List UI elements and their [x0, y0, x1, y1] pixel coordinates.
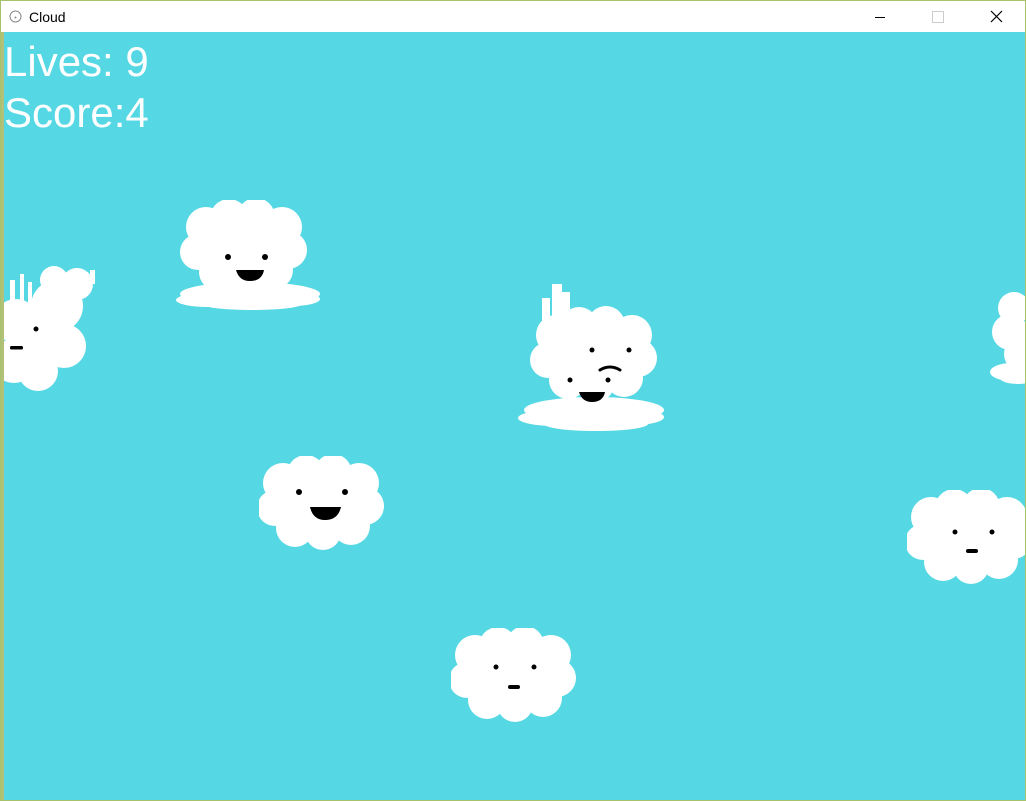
cloud-center-melting[interactable]	[514, 280, 674, 440]
game-window: Cloud Lives: 9 Score:4	[0, 0, 1026, 801]
score-counter: Score:4	[4, 89, 149, 136]
cloud-partial-right[interactable]	[988, 284, 1025, 388]
cloud-partial-left[interactable]	[4, 266, 102, 396]
app-icon	[8, 10, 22, 24]
maximize-button[interactable]	[909, 1, 967, 32]
lives-counter: Lives: 9	[4, 38, 149, 85]
minimize-button[interactable]	[851, 1, 909, 32]
close-button[interactable]	[967, 1, 1025, 32]
cloud-smiling-melting[interactable]	[172, 200, 332, 318]
minimize-icon	[875, 16, 885, 18]
close-icon	[990, 10, 1002, 23]
game-canvas[interactable]: Lives: 9 Score:4	[4, 32, 1025, 800]
cloud-neutral-right[interactable]	[907, 490, 1025, 590]
window-controls	[851, 1, 1025, 32]
maximize-icon	[932, 10, 944, 23]
window-title: Cloud	[29, 8, 66, 25]
cloud-big-smile[interactable]	[259, 456, 389, 556]
title-bar[interactable]: Cloud	[1, 1, 1025, 32]
cloud-neutral-bottom[interactable]	[451, 628, 581, 728]
